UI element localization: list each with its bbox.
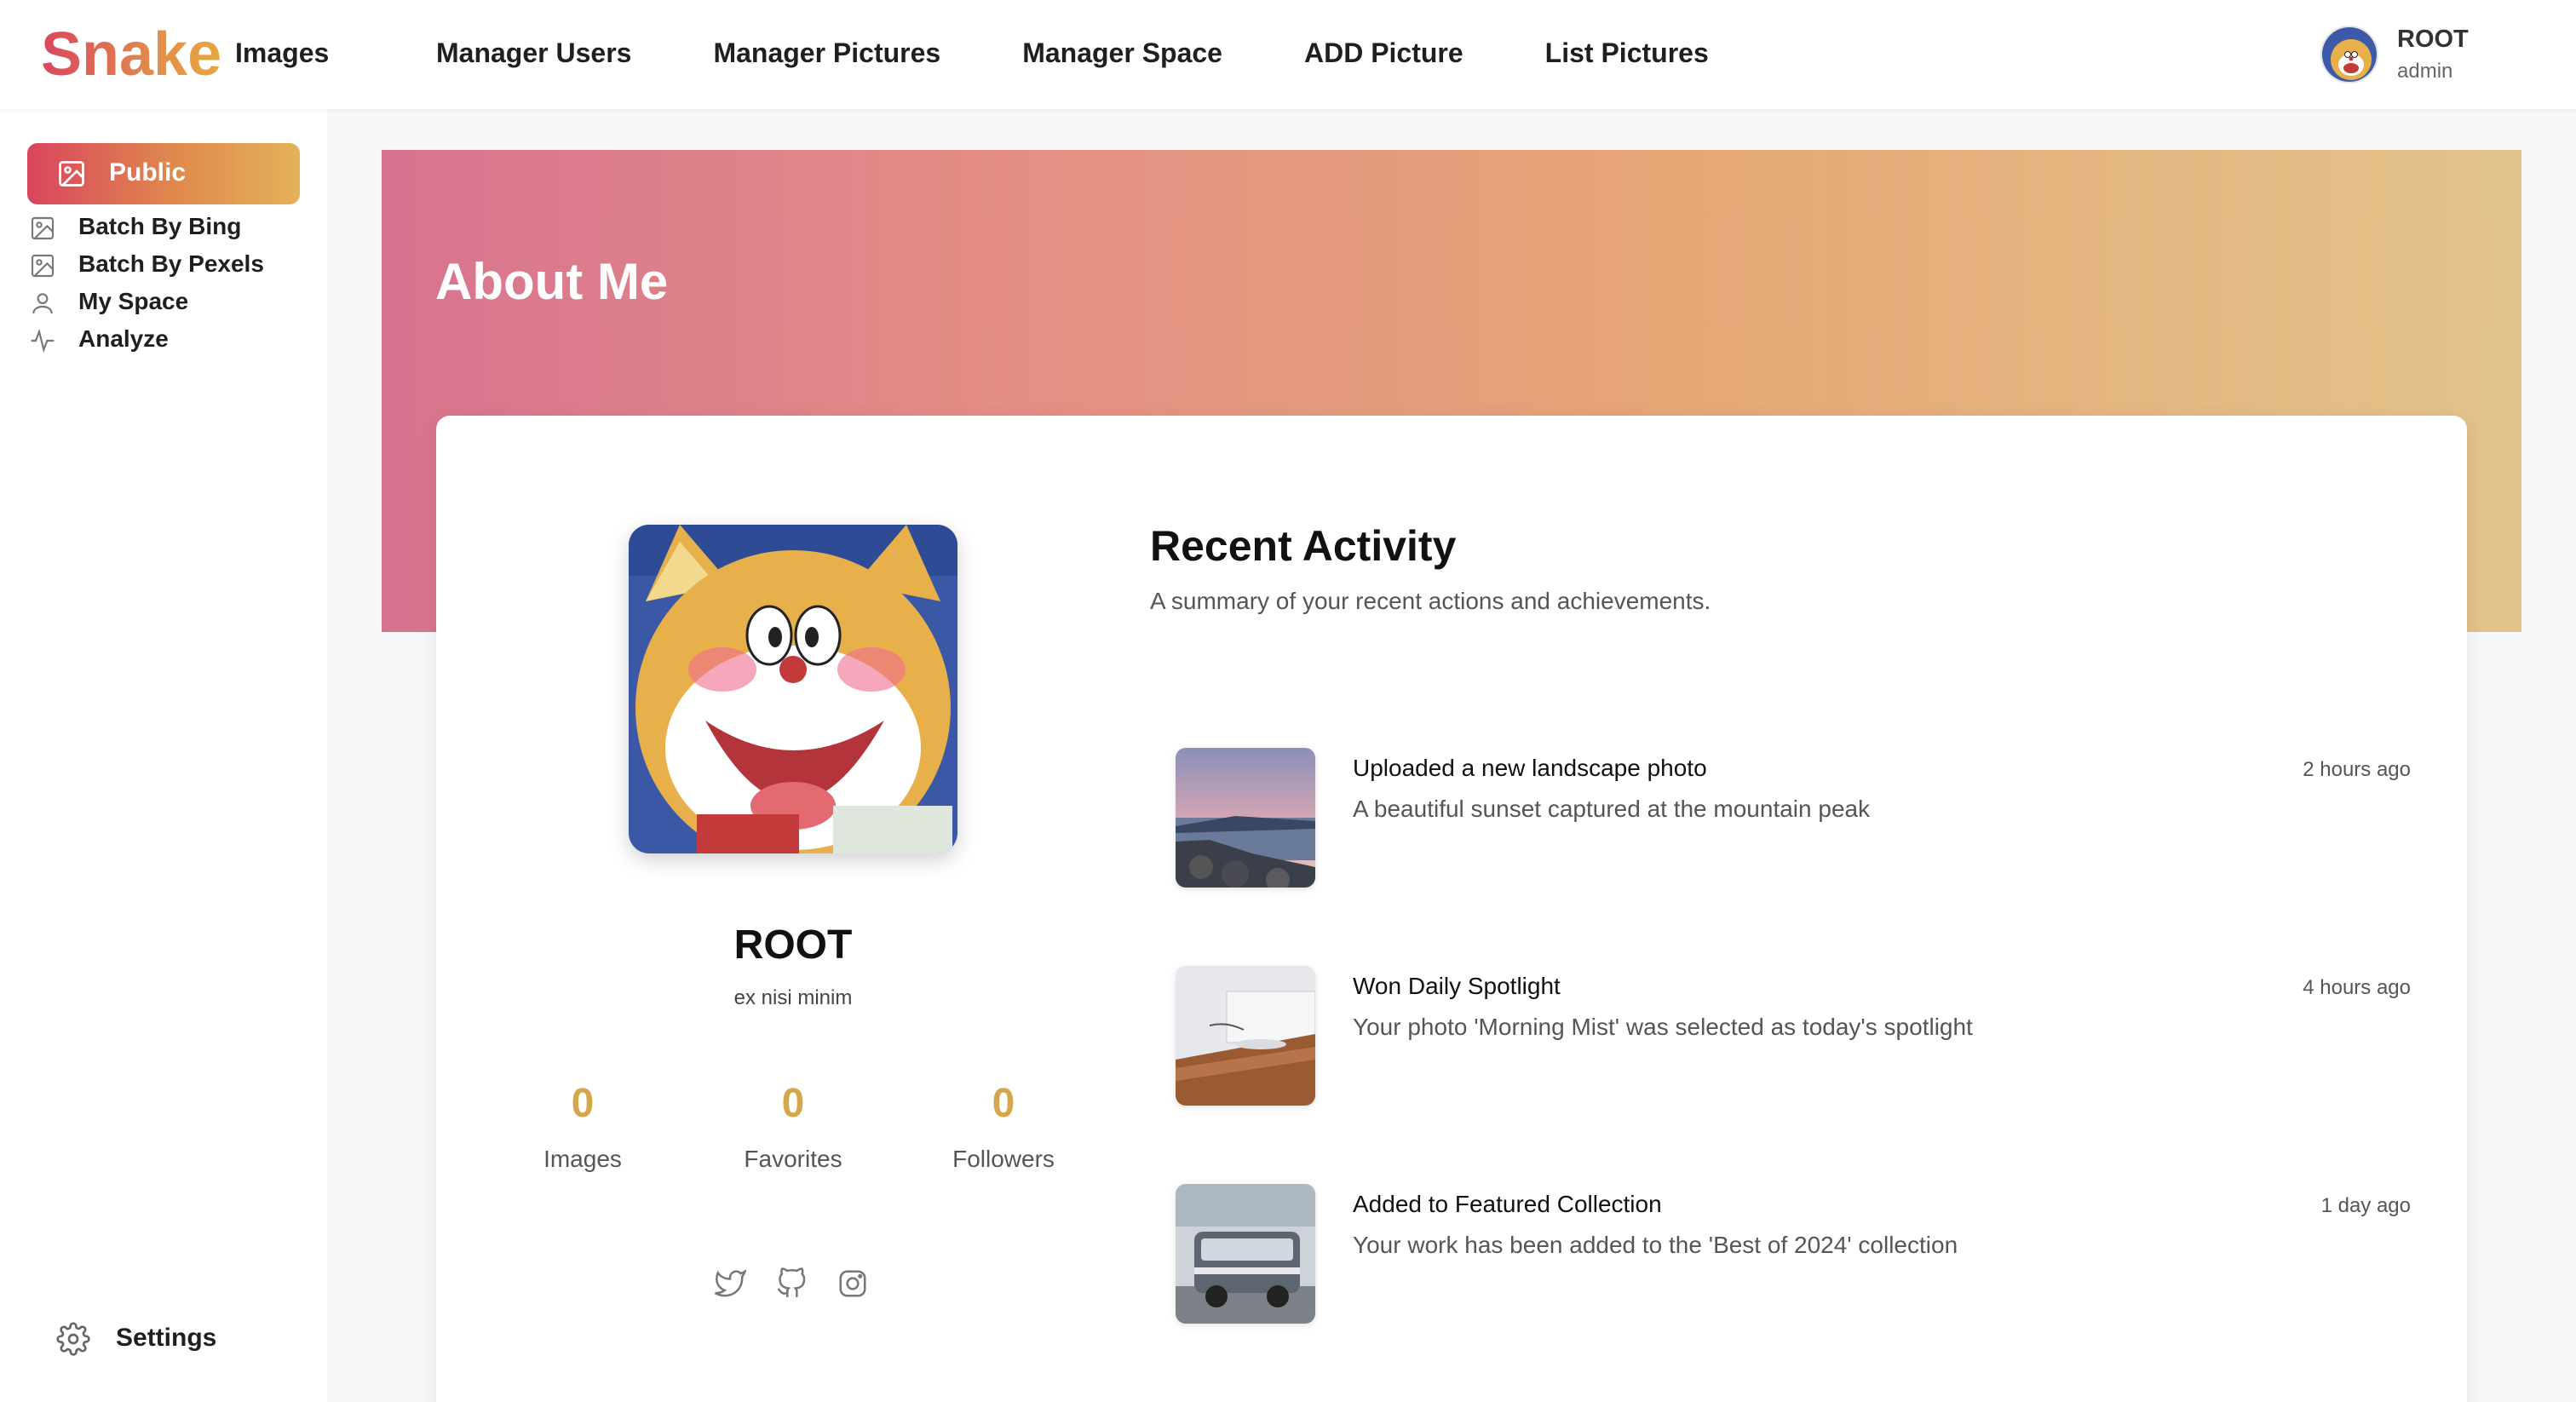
sidebar-item-label: Batch By Bing [78,213,242,239]
recent-activity-subtitle: A summary of your recent actions and ach… [1150,588,1711,614]
nav-list-pictures[interactable]: List Pictures [1545,37,1709,69]
sidebar-item-public[interactable]: Public [27,143,300,204]
user-menu[interactable]: ROOT admin [2320,24,2576,89]
sidebar-item-my-space[interactable]: My Space [29,286,302,320]
activity-title: Won Daily Spotlight [1353,973,1561,999]
activity-icon [29,327,56,359]
activity-item[interactable]: Won Daily Spotlight Your photo 'Morning … [1176,966,2411,1106]
activity-title: Added to Featured Collection [1353,1191,1662,1217]
profile-avatar [629,525,957,853]
sidebar-item-label: My Space [78,288,189,314]
twitter-icon[interactable] [714,1267,747,1304]
stat-favorites: 0 Favorites [708,1080,878,1173]
user-icon [29,290,56,321]
image-icon [56,158,87,193]
nav-manager-space[interactable]: Manager Space [1022,37,1222,69]
brand-subtitle: Images [235,37,330,68]
image-icon [29,252,56,284]
sidebar: Public Batch By Bing Batch By Pexels My … [0,109,327,1402]
main-nav: Manager Users Manager Pictures Manager S… [436,37,1791,69]
sidebar-item-batch-bing[interactable]: Batch By Bing [29,211,302,245]
stat-value: 0 [781,1081,805,1126]
activity-thumbnail [1176,966,1315,1106]
stat-label: Images [543,1146,622,1172]
user-role: admin [2397,60,2453,83]
stat-value: 0 [992,1081,1015,1126]
nav-manager-pictures[interactable]: Manager Pictures [713,37,940,69]
stat-label: Followers [952,1146,1055,1172]
instagram-icon[interactable] [837,1267,869,1304]
recent-activity-title: Recent Activity [1150,522,1457,570]
page-title: About Me [435,253,669,310]
profile-name: ROOT [733,922,853,968]
brand-logo[interactable]: Snake [41,19,221,90]
stat-followers: 0 Followers [918,1080,1089,1173]
sidebar-item-label: Analyze [78,325,169,352]
stat-label: Favorites [744,1146,842,1172]
activity-time: 1 day ago [2320,1194,2411,1217]
profile-bio: ex nisi minim [733,986,853,1009]
activity-thumbnail [1176,748,1315,888]
activity-time: 4 hours ago [2303,976,2411,999]
activity-time: 2 hours ago [2303,758,2411,781]
activity-thumbnail [1176,1184,1315,1324]
top-header: Snake Images Manager Users Manager Pictu… [0,0,2576,109]
sidebar-item-label: Batch By Pexels [78,250,264,277]
sidebar-item-batch-pexels[interactable]: Batch By Pexels [29,249,302,283]
image-icon [29,215,56,246]
activity-description: A beautiful sunset captured at the mount… [1353,796,1871,822]
gear-icon [56,1322,90,1360]
sidebar-item-analyze[interactable]: Analyze [29,324,302,358]
sidebar-item-label: Public [109,158,187,187]
stat-value: 0 [571,1081,595,1126]
avatar[interactable] [2320,26,2378,83]
activity-description: Your photo 'Morning Mist' was selected a… [1353,1014,1973,1040]
activity-title: Uploaded a new landscape photo [1353,755,1707,781]
settings-label: Settings [116,1324,217,1352]
user-name: ROOT [2397,26,2469,53]
settings-button[interactable]: Settings [56,1317,244,1361]
activity-item[interactable]: Added to Featured Collection Your work h… [1176,1184,2411,1324]
activity-description: Your work has been added to the 'Best of… [1353,1232,1958,1258]
activity-item[interactable]: Uploaded a new landscape photo A beautif… [1176,748,2411,888]
nav-manager-users[interactable]: Manager Users [436,37,631,69]
stat-images: 0 Images [497,1080,668,1173]
nav-add-picture[interactable]: ADD Picture [1304,37,1463,69]
github-icon[interactable] [775,1267,808,1304]
profile-card: ROOT ex nisi minim 0 Images 0 Favorites … [436,416,2467,1402]
